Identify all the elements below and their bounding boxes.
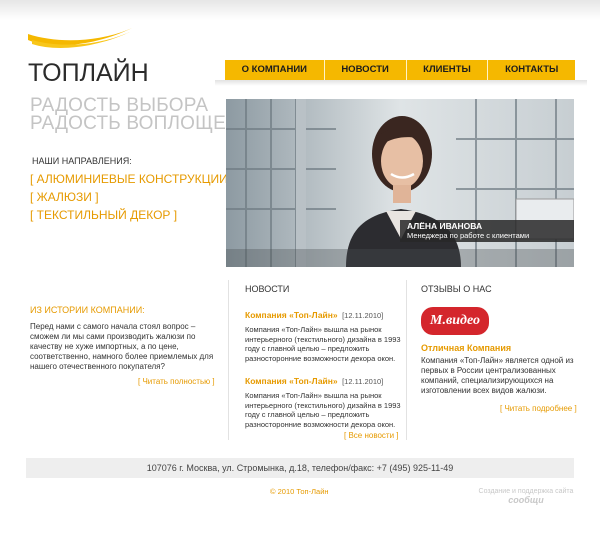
reviews-title: ОТЗЫВЫ О НАС [421, 284, 492, 294]
logo-swoosh-icon [28, 28, 132, 48]
history-text: Перед нами с самого начала стоял вопрос … [30, 322, 214, 371]
direction-blinds-link[interactable]: [ ЖАЛЮЗИ ] [30, 188, 234, 206]
review-read-more-link[interactable]: [ Читать подробнее ] [500, 404, 577, 413]
history-read-more-link[interactable]: [ Читать полностью ] [138, 377, 215, 386]
nav-news[interactable]: НОВОСТИ [323, 60, 406, 80]
credit-brand: сообщи [508, 495, 544, 505]
news-date: [12.11.2010] [342, 311, 384, 320]
news-headline-link[interactable]: Компания «Топ-Лайн» [245, 376, 338, 386]
footer-copyright: © 2010 Топ-Лайн [270, 487, 329, 496]
hero-name: АЛЁНА ИВАНОВА [407, 221, 483, 231]
mvideo-logo: М.видео [421, 307, 489, 335]
news-item: Компания «Топ-Лайн» [12.11.2010] Компани… [245, 371, 410, 429]
footer-credit[interactable]: Создание и поддержка сайта сообщи [476, 487, 576, 505]
review-headline: Отличная Компания [421, 343, 512, 353]
main-nav: О КОМПАНИИ НОВОСТИ КЛИЕНТЫ КОНТАКТЫ [225, 60, 575, 80]
footer-address: 107076 г. Москва, ул. Стромынка, д.18, т… [26, 458, 574, 478]
directions-list: [ АЛЮМИНИЕВЫЕ КОНСТРУКЦИИ ] [ ЖАЛЮЗИ ] [… [30, 170, 234, 224]
column-divider [228, 280, 229, 440]
news-date: [12.11.2010] [342, 377, 384, 386]
nav-contacts[interactable]: КОНТАКТЫ [487, 60, 575, 80]
hero-role: Менеджера по работе с клиентами [407, 231, 530, 240]
direction-aluminium-link[interactable]: [ АЛЮМИНИЕВЫЕ КОНСТРУКЦИИ ] [30, 170, 234, 188]
directions-title: НАШИ НАПРАВЛЕНИЯ: [32, 156, 132, 166]
site-logo[interactable]: ТОПЛАЙН [26, 26, 149, 87]
news-title: НОВОСТИ [245, 284, 290, 294]
news-text: Компания «Топ-Лайн» вышла на рынок интер… [245, 391, 401, 429]
nav-about[interactable]: О КОМПАНИИ [225, 60, 324, 80]
review-text: Компания «Топ-Лайн» является одной из пе… [421, 356, 574, 395]
news-item: Компания «Топ-Лайн» [12.11.2010] Компани… [245, 305, 410, 363]
top-fade [0, 0, 600, 20]
direction-textile-link[interactable]: [ ТЕКСТИЛЬНЫЙ ДЕКОР ] [30, 206, 234, 224]
news-headline-link[interactable]: Компания «Топ-Лайн» [245, 310, 338, 320]
news-text: Компания «Топ-Лайн» вышла на рынок интер… [245, 325, 401, 363]
all-news-link[interactable]: [ Все новости ] [344, 431, 399, 440]
history-title: ИЗ ИСТОРИИ КОМПАНИИ: [30, 305, 145, 315]
hero-caption: АЛЁНА ИВАНОВА Менеджера по работе с клие… [400, 220, 574, 242]
logo-text: ТОПЛАЙН [28, 59, 149, 87]
nav-shadow [215, 80, 587, 86]
nav-clients[interactable]: КЛИЕНТЫ [405, 60, 488, 80]
